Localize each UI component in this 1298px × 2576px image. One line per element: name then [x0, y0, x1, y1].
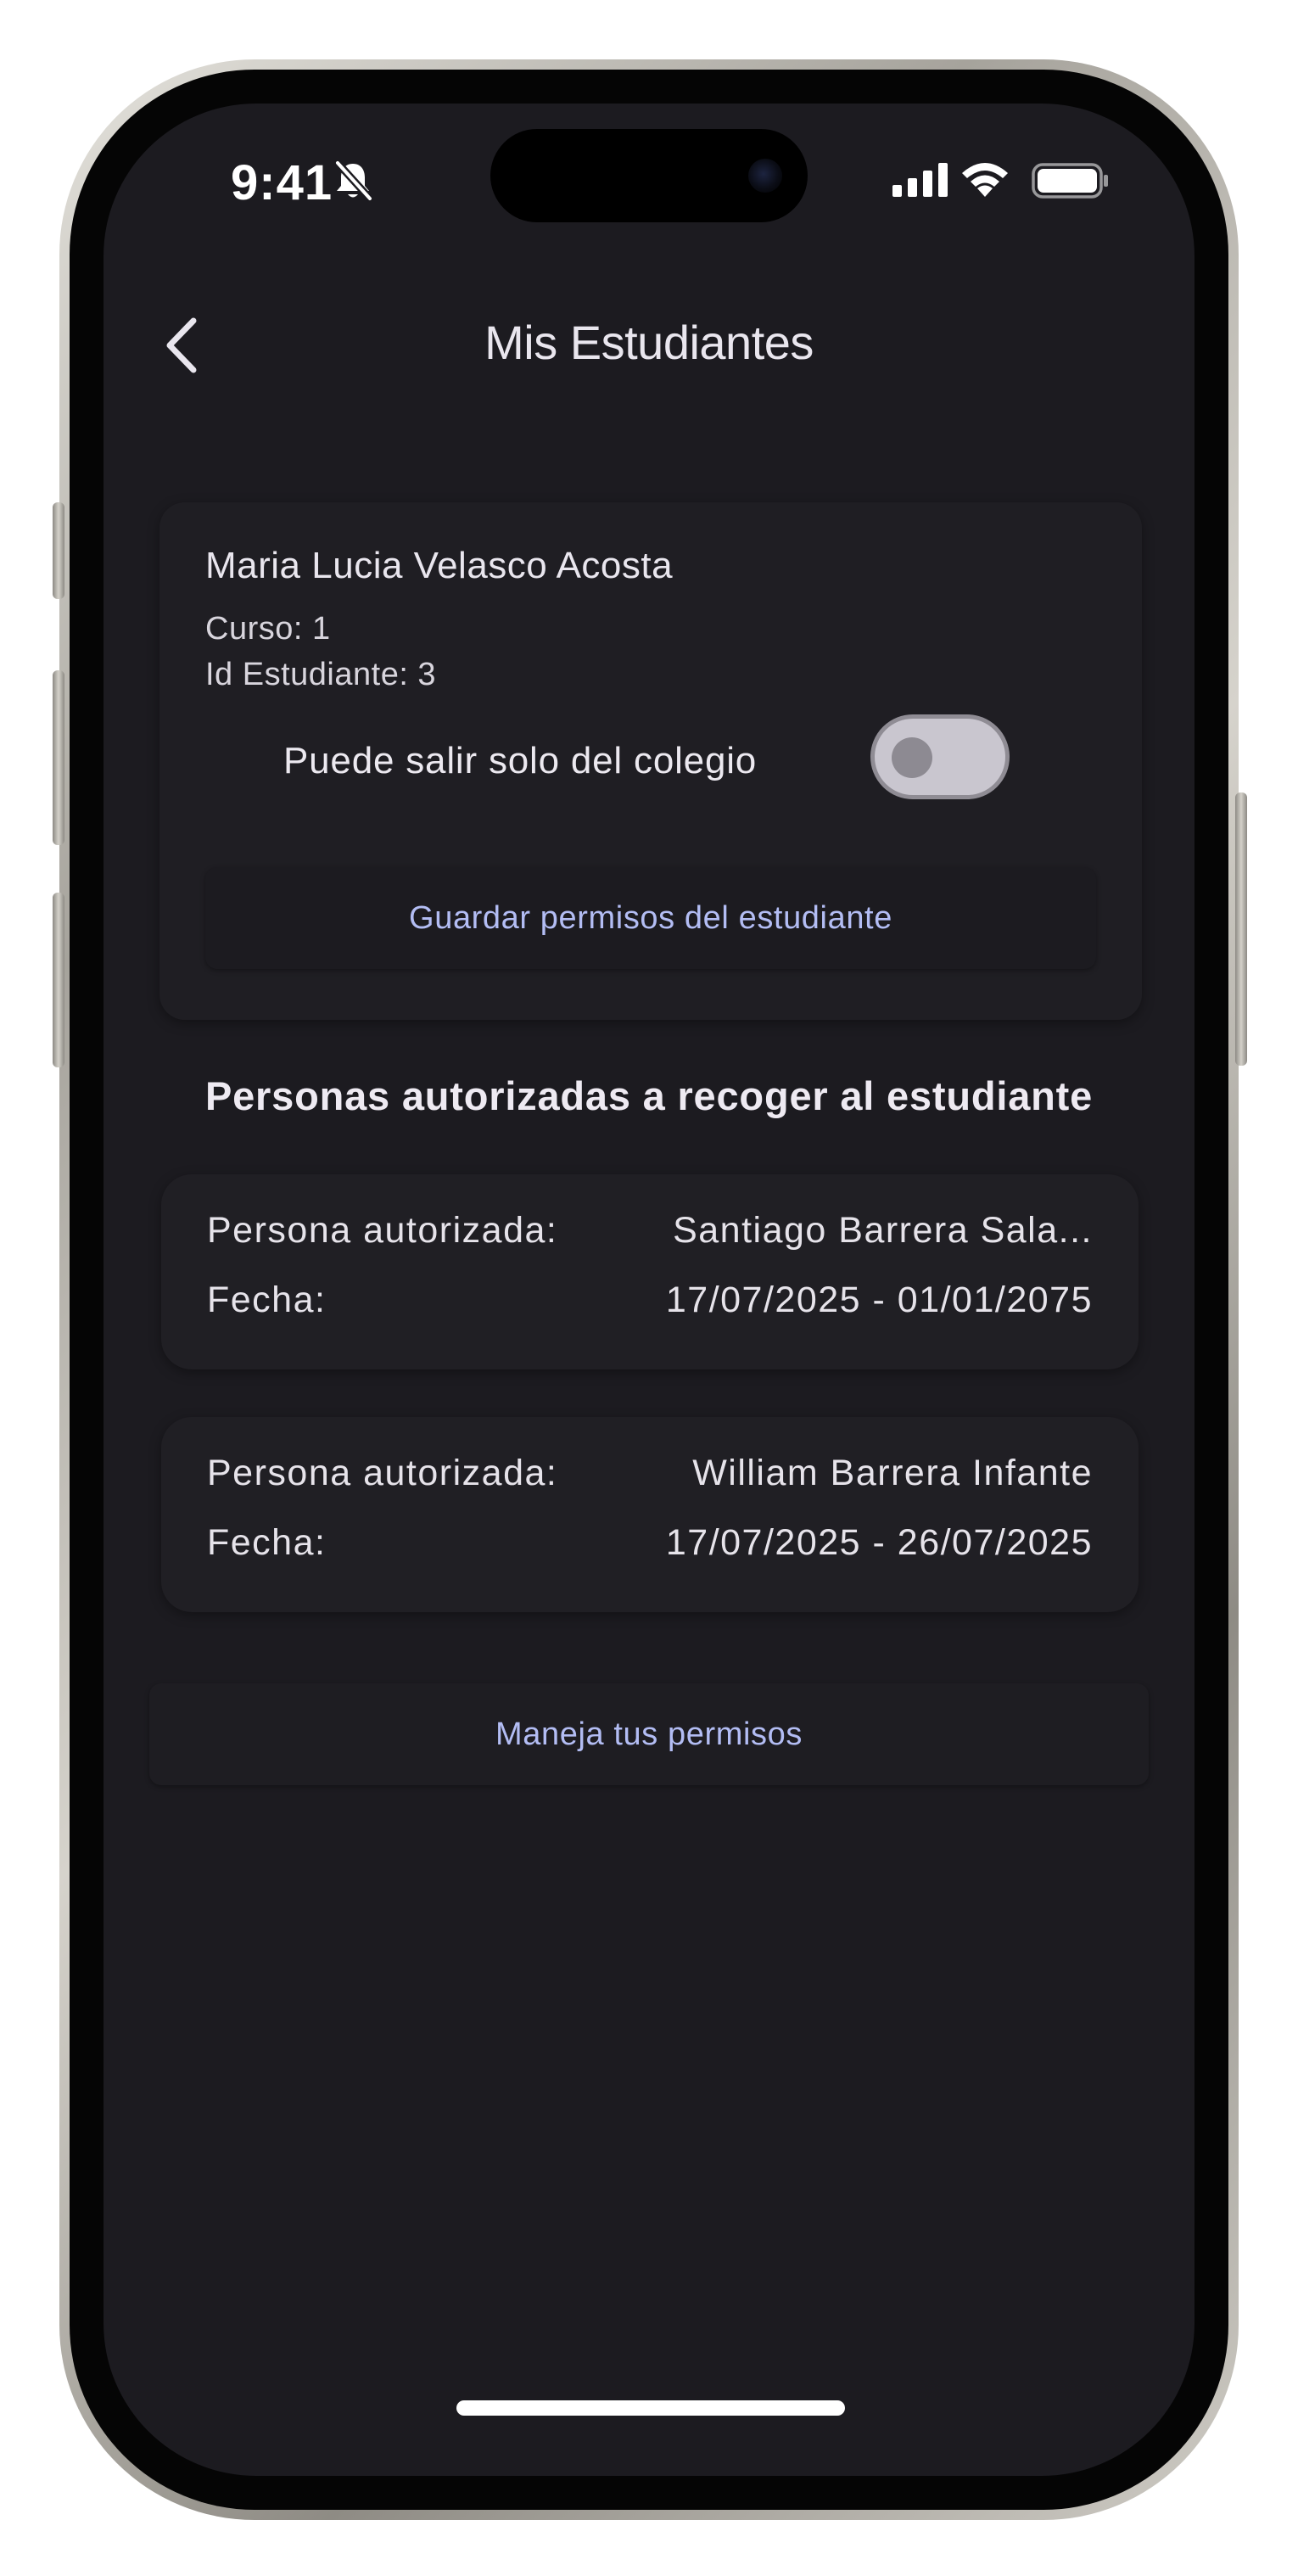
bell-slash-icon — [333, 160, 373, 202]
person-name: William Barrera Infante — [692, 1452, 1093, 1493]
date-label: Fecha: — [207, 1279, 327, 1320]
cellular-signal-icon — [892, 163, 948, 197]
person-label: Persona autorizada: — [207, 1452, 558, 1493]
can-leave-alone-toggle[interactable] — [870, 714, 1010, 799]
front-camera — [748, 159, 782, 193]
authorized-person-card[interactable]: Persona autorizada: Santiago Barrera Sal… — [161, 1174, 1139, 1369]
wifi-icon — [962, 163, 1008, 197]
volume-up-button — [53, 670, 64, 845]
toggle-knob — [892, 737, 932, 778]
page-title: Mis Estudiantes — [484, 316, 814, 369]
section-title: Personas autorizadas a recoger al estudi… — [204, 1073, 1094, 1118]
action-button — [53, 502, 64, 599]
manage-permissions-button[interactable]: Maneja tus permisos — [149, 1683, 1149, 1785]
person-label: Persona autorizada: — [207, 1209, 558, 1251]
save-permissions-button[interactable]: Guardar permisos del estudiante — [205, 867, 1096, 969]
student-card: Maria Lucia Velasco Acosta Curso: 1 Id E… — [159, 502, 1142, 1020]
home-indicator[interactable] — [456, 2400, 845, 2416]
date-label: Fecha: — [207, 1521, 327, 1563]
dynamic-island — [490, 129, 808, 222]
battery-icon — [1032, 163, 1108, 199]
app-screen: 9:41 Mis Estudiantes Maria Lucia Velasco… — [104, 104, 1194, 2476]
student-name: Maria Lucia Velasco Acosta — [205, 545, 674, 586]
authorized-person-card[interactable]: Persona autorizada: William Barrera Infa… — [161, 1417, 1139, 1612]
power-button — [1235, 792, 1247, 1066]
toggle-label: Puede salir solo del colegio — [283, 740, 758, 781]
date-range: 17/07/2025 - 26/07/2025 — [665, 1521, 1093, 1563]
person-name: Santiago Barrera Sala... — [673, 1209, 1093, 1251]
student-id: Id Estudiante: 3 — [205, 657, 437, 692]
student-course: Curso: 1 — [205, 611, 331, 647]
status-time: 9:41 — [231, 155, 333, 210]
volume-down-button — [53, 893, 64, 1067]
date-range: 17/07/2025 - 01/01/2075 — [665, 1279, 1093, 1320]
